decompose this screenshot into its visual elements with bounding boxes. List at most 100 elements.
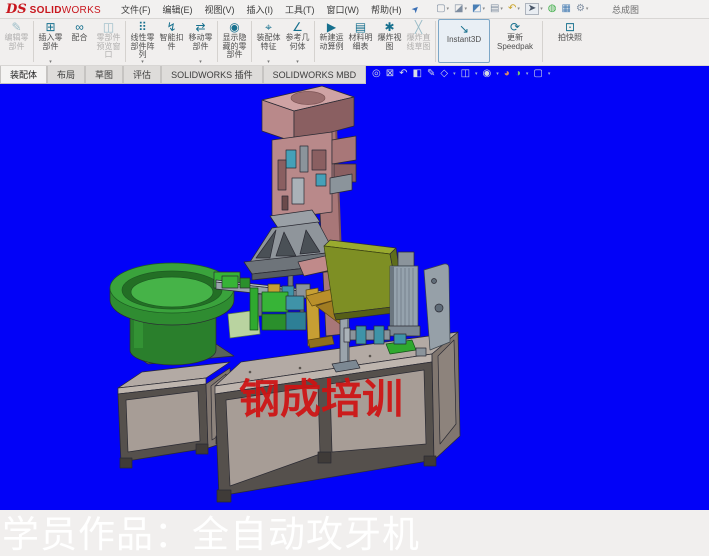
dropdown-caret-icon[interactable]: ▾ <box>548 71 551 77</box>
tab-sketch[interactable]: 草图 <box>85 66 123 84</box>
exploded-view-button[interactable]: ✱ 爆炸视 图 <box>375 18 404 65</box>
exploded-view-icon: ✱ <box>376 20 403 34</box>
ribbon-separator <box>125 21 126 62</box>
menu-file[interactable]: 文件(F) <box>115 1 157 18</box>
ribbon-separator <box>542 21 543 62</box>
caption-text: 学员作品：全自动攻牙机 <box>2 515 420 555</box>
apply-scene-icon[interactable]: ◑ <box>515 68 521 80</box>
edit-component-label: 编辑零 部件 <box>3 34 30 51</box>
linear-component-pattern-button[interactable]: ⠿ 线性零 部件阵 列 ▾ <box>128 18 157 65</box>
title-bar: DS SOLID WORKS 文件(F) 编辑(E) 视图(V) 插入(I) 工… <box>0 0 709 19</box>
dynamic-annotation-views-icon[interactable]: ✎ <box>427 68 435 80</box>
dropdown-caret-icon[interactable]: ▾ <box>482 6 485 12</box>
instant3d-icon: ↘ <box>442 22 486 36</box>
save-document-icon[interactable]: ◩ <box>472 4 481 14</box>
zoom-to-fit-icon[interactable]: ◎ <box>372 68 381 80</box>
view-orientation-icon[interactable]: ◇ <box>440 68 448 80</box>
edit-appearance-icon[interactable]: ◕ <box>504 68 510 80</box>
smart-fasteners-button[interactable]: ↯ 智能扣 件 <box>157 18 186 65</box>
mate-label: 配合 <box>66 34 93 43</box>
options-gear-icon[interactable]: ⚙ <box>576 4 585 14</box>
new-document-icon[interactable]: ▢ <box>436 4 445 14</box>
rebuild-traffic-light-icon[interactable]: ◍ <box>548 4 557 14</box>
dropdown-caret-icon[interactable]: ▾ <box>128 59 157 65</box>
move-component-icon: ⇄ <box>187 20 214 34</box>
assembly-features-button[interactable]: ⌖ 装配体 特征 ▾ <box>254 18 283 65</box>
heads-up-view-toolbar: ◎ ⊠ ↶ ◧ ✎ ◇ ▾ ◫ ▾ ◉ ▾ ◕ ◑ ▾ ▢ ▾ <box>372 68 555 80</box>
view-settings-icon[interactable]: ▢ <box>533 68 542 80</box>
tab-layout[interactable]: 布局 <box>47 66 85 84</box>
3d-model-tapping-machine[interactable] <box>0 66 709 510</box>
explode-line-sketch-icon: ╳ <box>405 20 432 34</box>
hide-show-items-icon[interactable]: ◉ <box>483 68 492 80</box>
dropdown-caret-icon[interactable]: ▾ <box>526 71 529 77</box>
reference-geometry-label: 参考几 何体 <box>284 34 311 51</box>
pin-menu-icon[interactable]: ➤ <box>409 2 422 15</box>
tab-evaluate[interactable]: 评估 <box>123 66 161 84</box>
bill-of-materials-icon: ▤ <box>347 20 374 34</box>
section-view-icon[interactable]: ◧ <box>413 68 422 80</box>
reference-geometry-button[interactable]: ∠ 参考几 何体 ▾ <box>283 18 312 65</box>
quick-access-toolbar: ▢▾ ◪▾ ◩▾ ▤▾ ↶▾ ➤▾ ◍ ▦ ⚙▾ <box>431 3 588 15</box>
task-list-icon[interactable]: ▦ <box>561 4 570 14</box>
mate-button[interactable]: ∞ 配合 <box>65 18 94 65</box>
dropdown-caret-icon[interactable]: ▾ <box>496 71 499 77</box>
dropdown-caret-icon[interactable]: ▾ <box>186 59 215 65</box>
insert-components-button[interactable]: ⊞ 插入零 部件 ▾ <box>36 18 65 65</box>
graphics-viewport[interactable]: ◎ ⊠ ↶ ◧ ✎ ◇ ▾ ◫ ▾ ◉ ▾ ◕ ◑ ▾ ▢ ▾ <box>0 66 709 510</box>
dropdown-caret-icon[interactable]: ▾ <box>464 6 467 12</box>
dropdown-caret-icon[interactable]: ▾ <box>447 6 450 12</box>
take-snapshot-button[interactable]: ⊡ 拍快照 <box>545 18 595 65</box>
smart-fasteners-label: 智能扣 件 <box>158 34 185 51</box>
instant3d-button[interactable]: ↘ Instant3D <box>438 19 490 63</box>
edit-component-icon: ✎ <box>3 20 30 34</box>
previous-view-icon[interactable]: ↶ <box>399 68 407 80</box>
print-document-icon[interactable]: ▤ <box>490 4 499 14</box>
new-motion-study-button[interactable]: ▶ 新建运 动算例 <box>317 18 346 65</box>
menu-edit[interactable]: 编辑(E) <box>157 1 199 18</box>
command-manager-tabs: 装配体 布局 草图 评估 SOLIDWORKS 插件 SOLIDWORKS MB… <box>0 66 366 84</box>
dropdown-caret-icon[interactable]: ▾ <box>453 71 456 77</box>
dropdown-caret-icon[interactable]: ▾ <box>283 59 312 65</box>
solidworks-logo: DS SOLID WORKS <box>6 2 101 17</box>
ribbon-separator <box>251 21 252 62</box>
dropdown-caret-icon[interactable]: ▾ <box>586 6 589 12</box>
component-preview-window-label: 零部件 预览窗 口 <box>95 34 122 60</box>
command-manager-ribbon: ✎ 编辑零 部件 ⊞ 插入零 部件 ▾ ∞ 配合 ◫ 零部件 预览窗 口 ⠿ 线… <box>0 18 709 66</box>
dropdown-caret-icon[interactable]: ▾ <box>36 59 65 65</box>
ribbon-separator <box>217 21 218 62</box>
tab-assembly[interactable]: 装配体 <box>0 66 47 84</box>
dropdown-caret-icon[interactable]: ▾ <box>500 6 503 12</box>
menu-help[interactable]: 帮助(H) <box>365 1 408 18</box>
zoom-to-area-icon[interactable]: ⊠ <box>386 68 394 80</box>
display-style-icon[interactable]: ◫ <box>461 68 470 80</box>
ribbon-separator <box>435 21 436 62</box>
menu-insert[interactable]: 插入(I) <box>241 1 280 18</box>
move-component-button[interactable]: ⇄ 移动零 部件 ▾ <box>186 18 215 65</box>
bill-of-materials-button[interactable]: ▤ 材料明 细表 <box>346 18 375 65</box>
undo-icon[interactable]: ↶ <box>508 4 516 14</box>
dropdown-caret-icon[interactable]: ▾ <box>254 59 283 65</box>
dropdown-caret-icon[interactable]: ▾ <box>517 6 520 12</box>
menu-window[interactable]: 窗口(W) <box>321 1 366 18</box>
watermark-text: 钢成培训 <box>239 379 403 420</box>
update-speedpak-button[interactable]: ⟳ 更新 Speedpak <box>490 18 540 65</box>
tab-solidworks-addins[interactable]: SOLIDWORKS 插件 <box>161 66 263 84</box>
dropdown-caret-icon[interactable]: ▾ <box>540 6 543 12</box>
brand-solid: SOLID <box>30 5 62 16</box>
new-motion-study-label: 新建运 动算例 <box>318 34 345 51</box>
menu-view[interactable]: 视图(V) <box>199 1 241 18</box>
ribbon-separator <box>33 21 34 62</box>
instant3d-label: Instant3D <box>442 36 486 45</box>
menu-tools[interactable]: 工具(T) <box>279 1 321 18</box>
tab-solidworks-mbd[interactable]: SOLIDWORKS MBD <box>263 66 367 84</box>
bill-of-materials-label: 材料明 细表 <box>347 34 374 51</box>
show-hidden-components-button[interactable]: ◉ 显示隐 藏的零 部件 <box>220 18 249 65</box>
open-document-icon[interactable]: ◪ <box>454 4 463 14</box>
show-hidden-components-label: 显示隐 藏的零 部件 <box>221 34 248 60</box>
select-cursor-icon[interactable]: ➤ <box>525 3 539 15</box>
explode-line-sketch-label: 爆炸直 线草图 <box>405 34 432 51</box>
reference-geometry-icon: ∠ <box>284 20 311 34</box>
dropdown-caret-icon[interactable]: ▾ <box>475 71 478 77</box>
ribbon-separator <box>314 21 315 62</box>
